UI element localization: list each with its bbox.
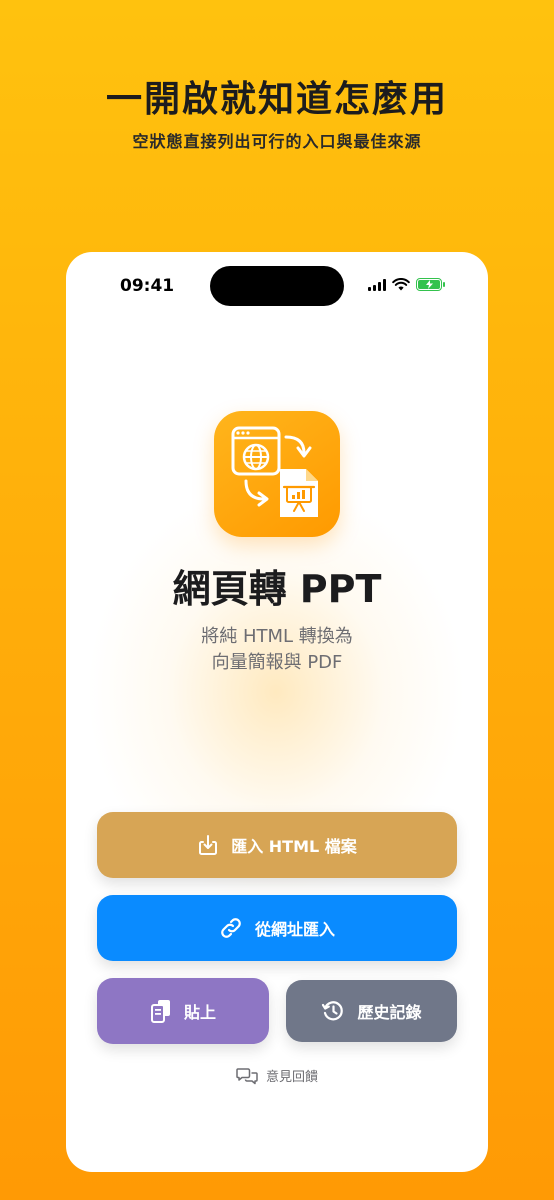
status-time: 09:41: [120, 276, 175, 296]
link-icon: [221, 918, 241, 938]
app-title: 網頁轉 PPT: [172, 567, 382, 611]
import-html-label: 匯入 HTML 檔案: [231, 837, 357, 856]
battery-charging-icon: [416, 278, 445, 291]
import-url-label: 從網址匯入: [254, 920, 335, 939]
wifi-icon: [392, 278, 410, 291]
promo-headline: 一開啟就知道怎麼用: [105, 79, 448, 120]
app-description: 將純 HTML 轉換為 向量簡報與 PDF: [66, 624, 488, 676]
signal-icon: [368, 278, 386, 291]
feedback-link[interactable]: 意見回饋: [66, 1066, 488, 1085]
paste-label: 貼上: [183, 1003, 216, 1022]
app-description-line-1: 將純 HTML 轉換為: [201, 626, 353, 647]
history-button[interactable]: 歷史記錄: [286, 980, 457, 1042]
chat-bubbles-icon: [236, 1067, 258, 1084]
clipboard-icon: [150, 1000, 170, 1023]
phone-screen: 09:41 網頁轉 PPT 將純 HTML 轉換為 向量簡報與 PDF 匯入 H…: [66, 252, 488, 1172]
feedback-label: 意見回饋: [265, 1070, 318, 1085]
dynamic-island: [210, 266, 344, 306]
history-clock-icon: [322, 1001, 344, 1021]
paste-button[interactable]: 貼上: [97, 978, 269, 1044]
app-description-line-2: 向量簡報與 PDF: [211, 652, 343, 673]
import-html-button[interactable]: 匯入 HTML 檔案: [97, 812, 457, 878]
promo-subline: 空狀態直接列出可行的入口與最佳來源: [132, 132, 422, 151]
history-label: 歷史記錄: [357, 1003, 422, 1022]
webpage-to-presentation-icon: [214, 411, 340, 537]
status-icons: [368, 278, 445, 291]
download-tray-icon: [199, 835, 218, 855]
import-url-button[interactable]: 從網址匯入: [97, 895, 457, 961]
